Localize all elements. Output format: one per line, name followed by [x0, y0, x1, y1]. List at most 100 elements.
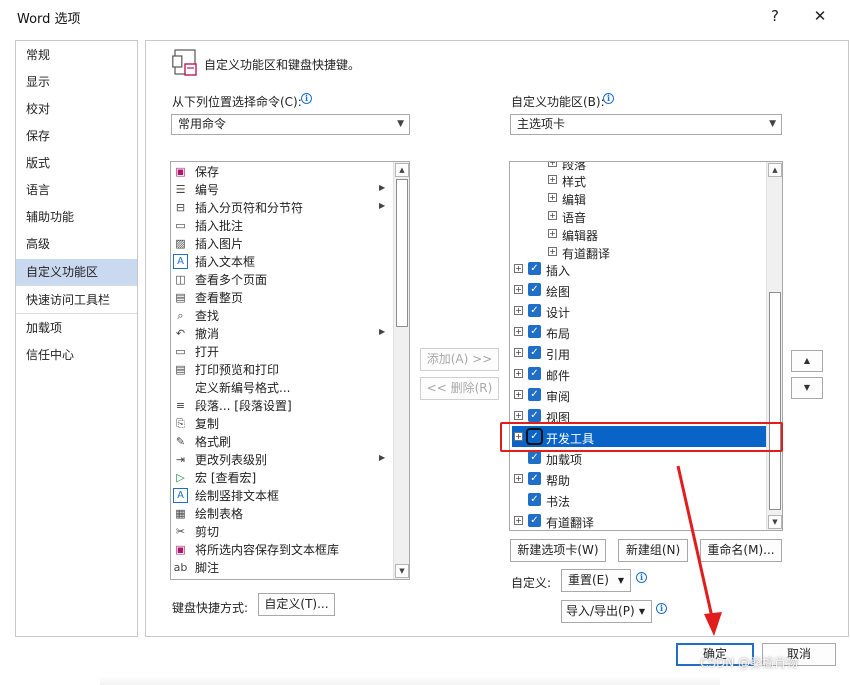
expand-icon[interactable]: +: [548, 193, 557, 202]
checkbox-checked-icon[interactable]: ✓: [528, 514, 541, 527]
command-item[interactable]: ☰ 编号 ▶: [171, 181, 391, 199]
ribbon-tree-item[interactable]: + 编辑器: [510, 225, 766, 245]
command-item[interactable]: ▣ 将所选内容保存到文本框库: [171, 541, 391, 559]
nav-item[interactable]: 常规: [16, 42, 137, 69]
reset-button[interactable]: 重置(E) ▼: [561, 569, 631, 592]
expand-icon[interactable]: +: [514, 411, 523, 420]
checkbox-checked-icon[interactable]: ✓: [528, 409, 541, 422]
command-item[interactable]: ▦ 绘制表格: [171, 505, 391, 523]
scroll-down-icon[interactable]: ▼: [395, 564, 409, 578]
help-button[interactable]: ?: [764, 5, 786, 27]
checkbox-checked-icon[interactable]: ✓: [528, 388, 541, 401]
command-item[interactable]: ▤ 查看整页: [171, 289, 391, 307]
move-down-button[interactable]: ▼: [791, 377, 823, 399]
expand-icon[interactable]: +: [548, 211, 557, 220]
command-item[interactable]: ▭ 打开: [171, 343, 391, 361]
commands-scrollbar[interactable]: ▲ ▼: [393, 162, 409, 579]
checkbox-checked-icon[interactable]: ✓: [528, 325, 541, 338]
checkbox-checked-icon[interactable]: ✓: [528, 367, 541, 380]
command-item[interactable]: ▨ 插入图片: [171, 235, 391, 253]
ribbon-tree-item[interactable]: + ✓ 邮件: [510, 365, 766, 385]
command-item[interactable]: ▭ 插入批注: [171, 217, 391, 235]
command-item[interactable]: ab 脚注: [171, 559, 391, 577]
command-item[interactable]: ▤ 打印预览和打印: [171, 361, 391, 379]
command-item[interactable]: ↶ 撤消 ▶: [171, 325, 391, 343]
command-item[interactable]: ◫ 查看多个页面: [171, 271, 391, 289]
ribbon-scrollbar[interactable]: ▲ ▼: [766, 162, 782, 530]
checkbox-checked-icon[interactable]: ✓: [528, 346, 541, 359]
new-tab-button[interactable]: 新建选项卡(W): [510, 539, 606, 562]
ribbon-tree-item[interactable]: + ✓ 插入: [510, 260, 766, 280]
nav-item[interactable]: 校对: [16, 96, 137, 123]
expand-icon[interactable]: +: [548, 175, 557, 184]
nav-item[interactable]: 显示: [16, 69, 137, 96]
info-icon[interactable]: i: [636, 572, 647, 583]
scroll-up-icon[interactable]: ▲: [395, 163, 409, 177]
ribbon-tree-item[interactable]: + 语音: [510, 207, 766, 227]
command-item[interactable]: ≡ 段落... [段落设置]: [171, 397, 391, 415]
scroll-up-icon[interactable]: ▲: [768, 163, 782, 177]
nav-item[interactable]: 辅助功能: [16, 204, 137, 231]
nav-item[interactable]: 保存: [16, 123, 137, 150]
close-button[interactable]: ✕: [808, 5, 832, 27]
commands-source-dropdown[interactable]: 常用命令 ▼: [171, 114, 410, 135]
scroll-thumb[interactable]: [769, 292, 781, 510]
command-item[interactable]: 定义新编号格式...: [171, 379, 391, 397]
expand-icon[interactable]: +: [514, 327, 523, 336]
ribbon-tree-item[interactable]: + ✓ 绘图: [510, 281, 766, 301]
customize-keyboard-button[interactable]: 自定义(T)...: [258, 593, 335, 616]
expand-icon[interactable]: +: [548, 247, 557, 256]
expand-icon[interactable]: +: [548, 229, 557, 238]
import-export-button[interactable]: 导入/导出(P) ▼: [561, 600, 652, 623]
info-icon[interactable]: i: [301, 93, 312, 104]
command-item[interactable]: ▣ 保存: [171, 163, 391, 181]
command-item[interactable]: ⇥ 更改列表级别 ▶: [171, 451, 391, 469]
nav-item[interactable]: 快速访问工具栏: [16, 287, 137, 314]
checkbox-checked-icon[interactable]: ✓: [528, 472, 541, 485]
expand-icon[interactable]: +: [514, 516, 523, 525]
nav-item[interactable]: 自定义功能区: [16, 259, 137, 286]
command-item[interactable]: A 绘制竖排文本框: [171, 487, 391, 505]
command-item[interactable]: ▷ 宏 [查看宏]: [171, 469, 391, 487]
command-item[interactable]: ⌕ 查找: [171, 307, 391, 325]
checkbox-checked-icon[interactable]: ✓: [528, 262, 541, 275]
nav-item[interactable]: 高级: [16, 231, 137, 258]
command-item[interactable]: ✂ 剪切: [171, 523, 391, 541]
ribbon-tree-item[interactable]: + ✓ 设计: [510, 302, 766, 322]
expand-icon[interactable]: +: [514, 264, 523, 273]
ribbon-tree-item[interactable]: + ✓ 布局: [510, 323, 766, 343]
ribbon-tree-item[interactable]: + ✓ 引用: [510, 344, 766, 364]
expand-icon[interactable]: +: [514, 285, 523, 294]
command-item[interactable]: A 插入文本框: [171, 253, 391, 271]
expand-icon[interactable]: +: [514, 474, 523, 483]
scroll-thumb[interactable]: [396, 179, 408, 327]
expand-icon[interactable]: +: [514, 306, 523, 315]
nav-item[interactable]: 加载项: [16, 315, 137, 342]
move-up-button[interactable]: ▲: [791, 350, 823, 372]
expand-icon[interactable]: +: [548, 162, 557, 167]
checkbox-checked-icon[interactable]: ✓: [528, 283, 541, 296]
command-item[interactable]: ✎ 格式刷: [171, 433, 391, 451]
checkbox-checked-icon[interactable]: ✓: [528, 493, 541, 506]
ribbon-tree-item[interactable]: + 编辑: [510, 189, 766, 209]
ribbon-tree-item[interactable]: + 样式: [510, 171, 766, 191]
info-icon[interactable]: i: [656, 603, 667, 614]
expand-icon[interactable]: +: [514, 348, 523, 357]
info-icon[interactable]: i: [603, 93, 614, 104]
command-item[interactable]: ⎘ 复制: [171, 415, 391, 433]
command-item[interactable]: ⊟ 插入分页符和分节符 ▶: [171, 199, 391, 217]
nav-item[interactable]: 语言: [16, 177, 137, 204]
scroll-down-icon[interactable]: ▼: [768, 515, 782, 529]
checkbox-checked-icon[interactable]: ✓: [528, 451, 541, 464]
nav-item[interactable]: 信任中心: [16, 342, 137, 369]
ribbon-tree[interactable]: + 段落 + 样式 + 编辑 + 语音 + 编辑器 + 有道翻译 + ✓ 插入 + ✓ 绘图 + ✓ 设计 + ✓ 布局 + ✓ 引…: [509, 161, 783, 531]
nav-item[interactable]: 版式: [16, 150, 137, 177]
checkbox-checked-icon[interactable]: ✓: [528, 304, 541, 317]
add-button[interactable]: 添加(A) >>: [420, 348, 499, 371]
expand-icon[interactable]: +: [514, 390, 523, 399]
ribbon-dropdown[interactable]: 主选项卡 ▼: [510, 114, 782, 135]
commands-list[interactable]: ab 脚注 ▣ 将所选内容保存到文本框库 ✂ 剪切 ▦ 绘制表格 A 绘制竖排文本框 ▷ 宏 [查看宏…: [170, 161, 410, 580]
remove-button[interactable]: << 删除(R): [420, 377, 499, 400]
ribbon-tree-item[interactable]: + ✓ 审阅: [510, 386, 766, 406]
expand-icon[interactable]: +: [514, 369, 523, 378]
